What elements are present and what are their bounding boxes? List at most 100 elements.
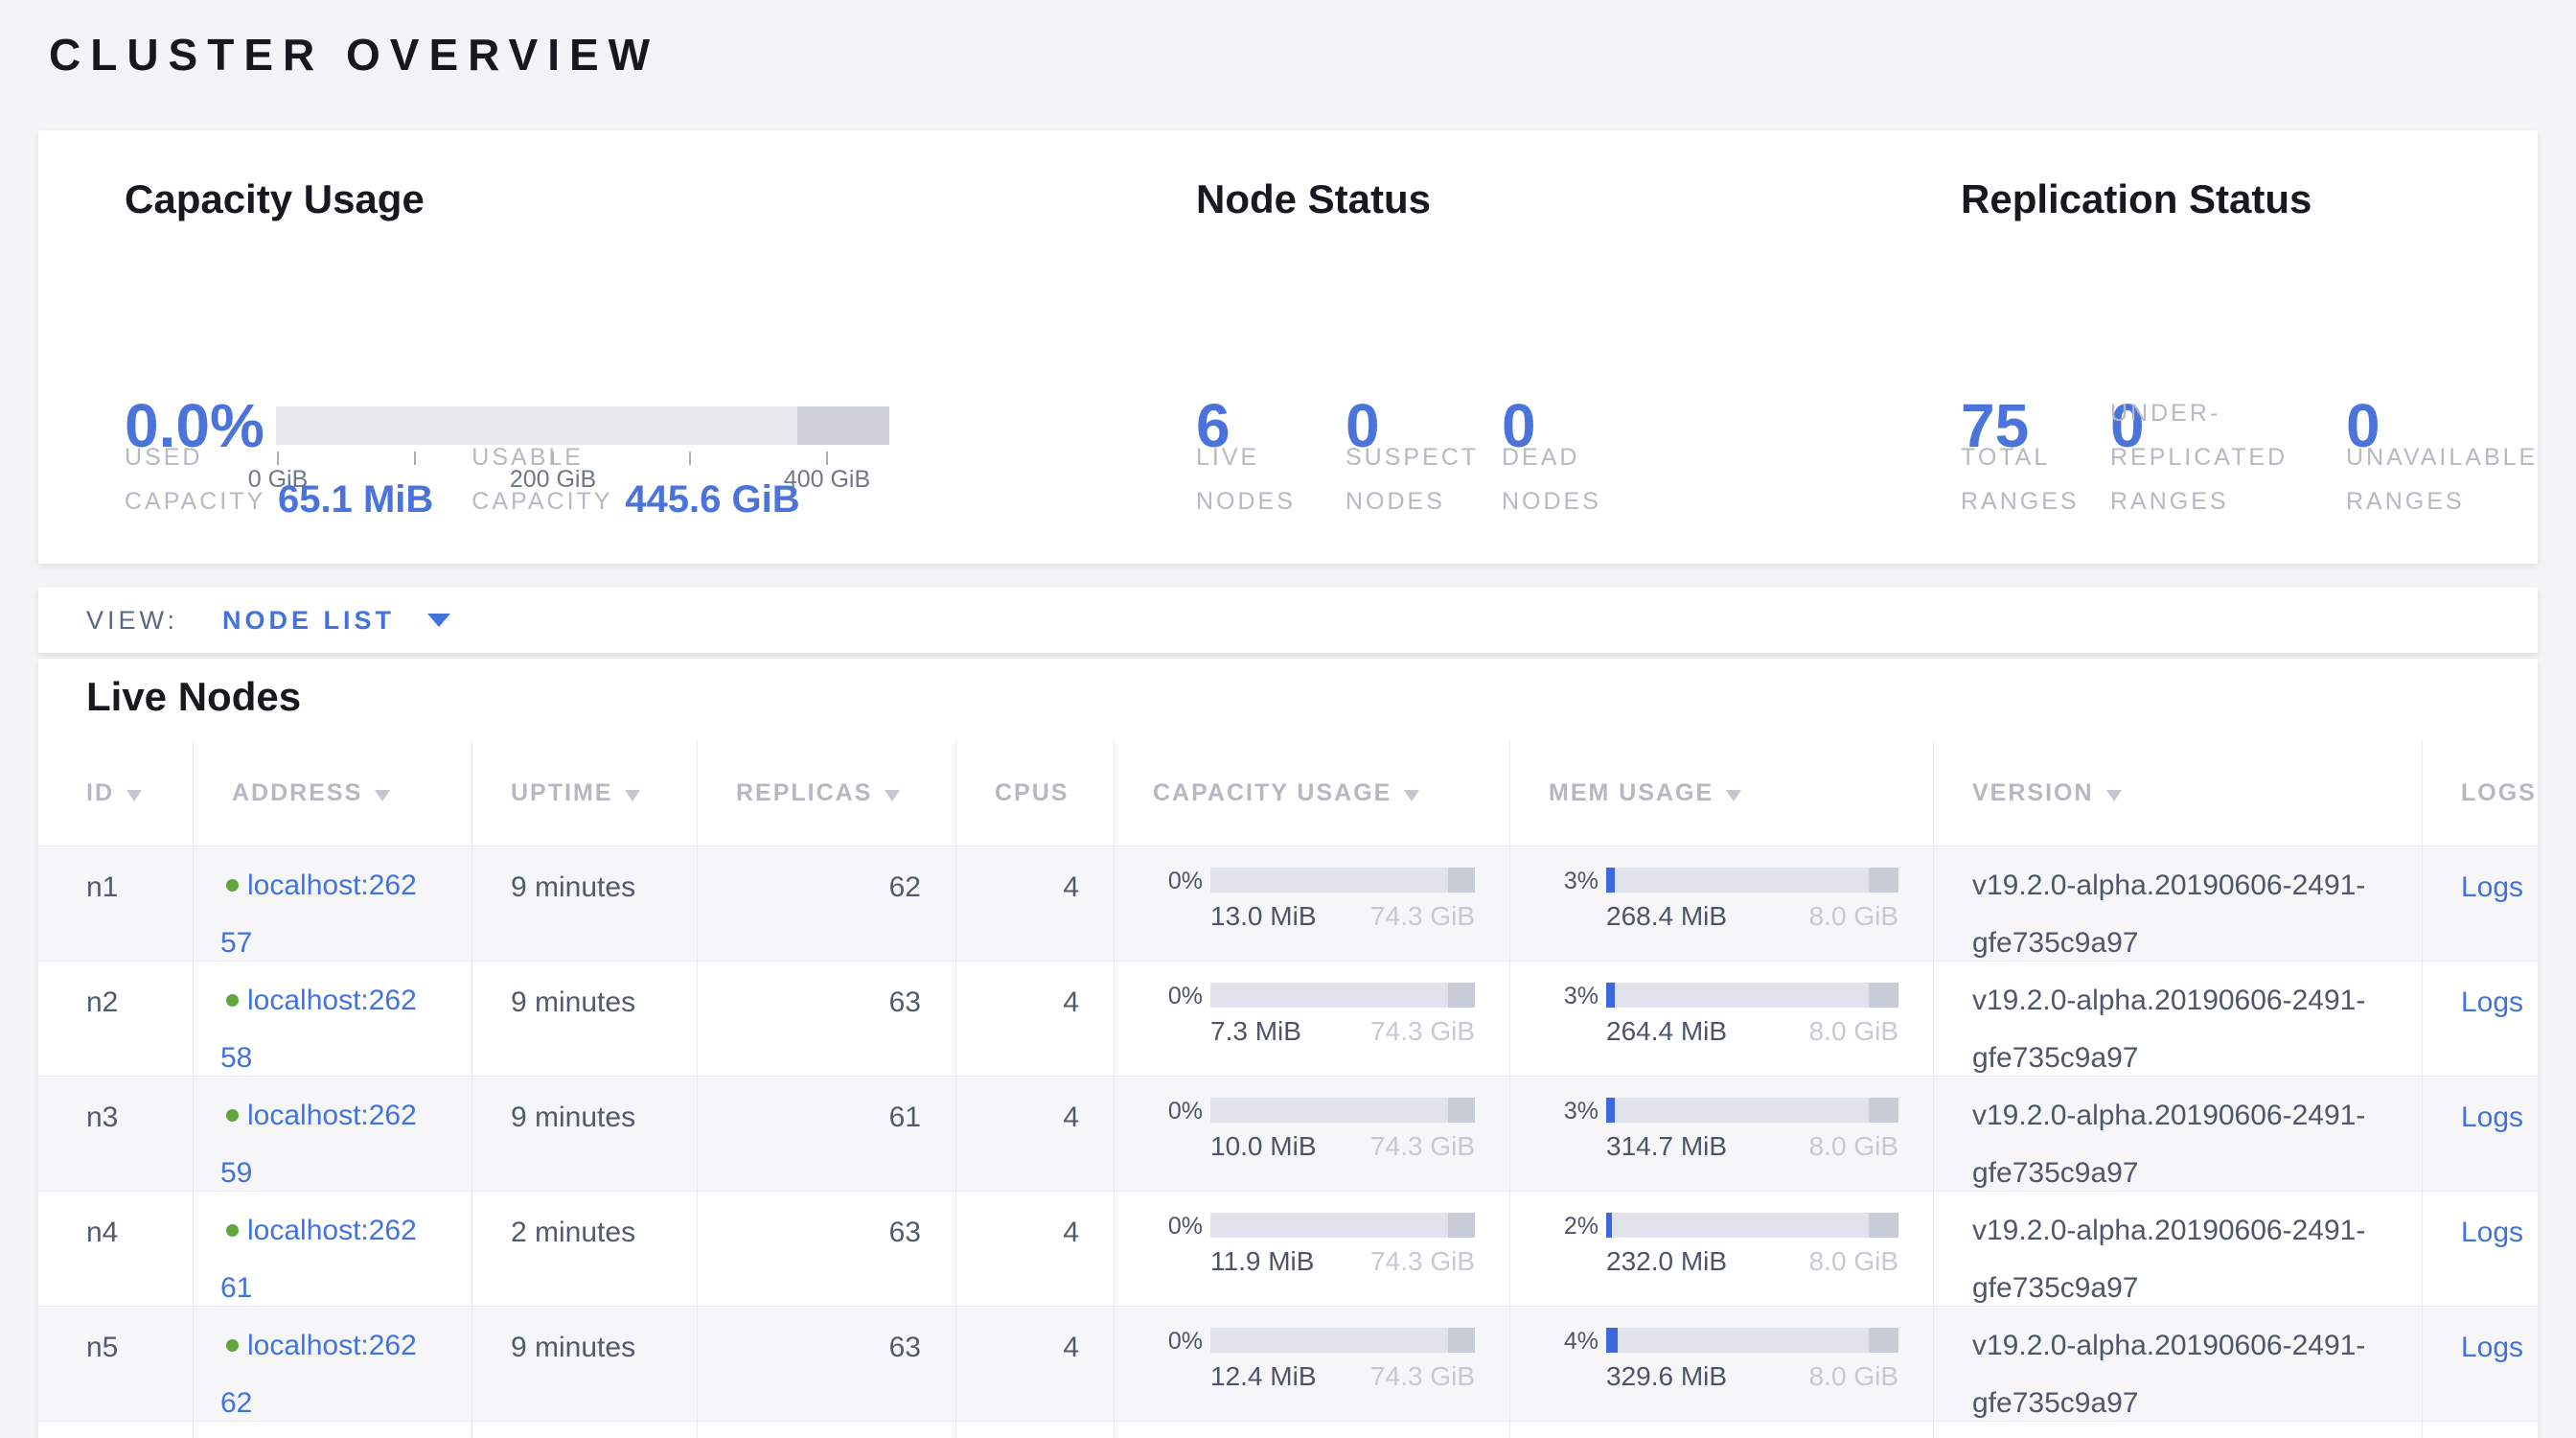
memory-bar-track (1606, 983, 1898, 1008)
node-address-cell: localhost:26258 (193, 962, 472, 1076)
capacity-metrics-row: USED CAPACITY65.1 MiBUSABLE CAPACITY445.… (125, 435, 1150, 523)
logs-link[interactable]: Logs (2461, 1332, 2523, 1363)
empty-cell (38, 1422, 193, 1438)
replicas-cell: 62 (697, 847, 955, 961)
live-status-dot-icon (226, 879, 239, 892)
capacity-percent-label: 0% (1153, 1213, 1210, 1306)
replication-status-section: Replication Status 7500 TOTAL RANGESUNDE… (1922, 130, 2490, 564)
memory-usage-cell: 4%329.6 MiB8.0 GiB (1509, 1307, 1933, 1421)
memory-percent-label: 3% (1549, 983, 1606, 1076)
capacity-used-value: 12.4 MiB (1210, 1361, 1317, 1392)
capacity-usage-cell: 0%11.9 MiB74.3 GiB (1114, 1192, 1509, 1306)
uptime-cell: 2 minutes (472, 1192, 697, 1306)
chevron-down-icon (427, 614, 450, 627)
logs-cell: Logs (2422, 1192, 2538, 1306)
logs-cell: Logs (2422, 1307, 2538, 1421)
logs-link[interactable]: Logs (2461, 871, 2523, 903)
column-header-address[interactable]: ADDRESS (193, 740, 472, 846)
stat-label: LIVE NODES (1196, 435, 1346, 523)
column-header-replicas[interactable]: REPLICAS (697, 740, 955, 846)
capacity-bar-track (1210, 1213, 1475, 1238)
memory-usage-cell: 3%264.4 MiB8.0 GiB (1509, 962, 1933, 1076)
node-address-link[interactable]: localhost:26262 (220, 1330, 417, 1419)
replication-status-title: Replication Status (1961, 176, 2312, 222)
memory-bar-fill (1606, 868, 1615, 893)
stat-label: TOTAL RANGES (1961, 435, 2110, 523)
column-header-mem-usage[interactable]: MEM USAGE (1509, 740, 1933, 846)
sort-arrow-icon (2106, 790, 2122, 801)
node-id-cell: n1 (38, 847, 193, 961)
live-status-dot-icon (226, 1339, 239, 1352)
memory-used-value: 329.6 MiB (1606, 1361, 1727, 1392)
memory-bar-track (1606, 868, 1898, 893)
memory-bar: 329.6 MiB8.0 GiB (1606, 1328, 1898, 1421)
node-address-link[interactable]: localhost:26258 (220, 985, 417, 1074)
capacity-usage-section: Capacity Usage 0.0% 0 GiB200 GiB400 GiB … (86, 130, 1150, 564)
memory-usage-cell: 3%268.4 MiB8.0 GiB (1509, 847, 1933, 961)
node-address: localhost:26257 (220, 857, 422, 961)
capacity-total-value: 74.3 GiB (1370, 1016, 1475, 1047)
memory-bar-track (1606, 1328, 1898, 1353)
column-header-capacity-usage[interactable]: CAPACITY USAGE (1114, 740, 1509, 846)
logs-link[interactable]: Logs (2461, 1102, 2523, 1133)
capacity-bar-values: 7.3 MiB74.3 GiB (1210, 1016, 1475, 1047)
memory-bar-endcap (1869, 983, 1898, 1008)
capacity-bar-values: 11.9 MiB74.3 GiB (1210, 1246, 1475, 1277)
memory-usage-cell: 2%232.0 MiB8.0 GiB (1509, 1192, 1933, 1306)
view-selector-bar: VIEW: NODE LIST (38, 588, 2538, 653)
view-select-dropdown[interactable]: NODE LIST (222, 606, 450, 636)
empty-cell (697, 1422, 955, 1438)
view-selected-value: NODE LIST (222, 606, 395, 636)
live-status-dot-icon (226, 994, 239, 1007)
capacity-total-value: 74.3 GiB (1370, 1246, 1475, 1277)
uptime-cell: 9 minutes (472, 1307, 697, 1421)
column-header-version[interactable]: VERSION (1933, 740, 2422, 846)
capacity-usage-cell: 0%12.4 MiB74.3 GiB (1114, 1307, 1509, 1421)
table-row: n2localhost:262589 minutes6340%7.3 MiB74… (38, 961, 2538, 1076)
capacity-usage-cell: 0%13.0 MiB74.3 GiB (1114, 847, 1509, 961)
node-address-link[interactable]: localhost:26261 (220, 1215, 417, 1304)
sort-arrow-icon (126, 790, 142, 801)
logs-cell: Logs (2422, 962, 2538, 1076)
memory-percent-label: 2% (1549, 1213, 1606, 1306)
capacity-bar: 7.3 MiB74.3 GiB (1210, 983, 1475, 1076)
cluster-summary-card: Capacity Usage 0.0% 0 GiB200 GiB400 GiB … (38, 130, 2538, 564)
stat-label: SUSPECT NODES (1346, 435, 1502, 523)
column-header-logs: LOGS (2422, 740, 2538, 846)
column-header-label: MEM USAGE (1549, 779, 1714, 807)
table-row: n4localhost:262612 minutes6340%11.9 MiB7… (38, 1191, 2538, 1306)
empty-cell (1114, 1422, 1509, 1438)
memory-used-value: 314.7 MiB (1606, 1131, 1727, 1162)
capacity-used-value: 13.0 MiB (1210, 901, 1317, 932)
cpus-cell: 4 (955, 962, 1114, 1076)
node-id-cell: n3 (38, 1077, 193, 1191)
stat-label: UNAVAILABLE RANGES (2346, 435, 2557, 523)
column-header-label: REPLICAS (736, 779, 872, 807)
node-address-link[interactable]: localhost:26257 (220, 870, 417, 959)
capacity-bar: 11.9 MiB74.3 GiB (1210, 1213, 1475, 1306)
node-address-link[interactable]: localhost:26259 (220, 1100, 417, 1189)
column-header-id[interactable]: ID (38, 740, 193, 846)
capacity-bar-track (1210, 983, 1475, 1008)
stat-label: UNDER-REPLICATED RANGES (2110, 391, 2346, 523)
table-row: n1localhost:262579 minutes6240%13.0 MiB7… (38, 846, 2538, 961)
replicas-cell: 63 (697, 1307, 955, 1421)
table-row: n5localhost:262629 minutes6340%12.4 MiB7… (38, 1306, 2538, 1421)
column-header-uptime[interactable]: UPTIME (472, 740, 697, 846)
node-id-cell: n2 (38, 962, 193, 1076)
capacity-bar-track (1210, 1098, 1475, 1123)
capacity-bar-endcap (1448, 983, 1475, 1008)
memory-total-value: 8.0 GiB (1809, 1016, 1898, 1047)
capacity-metric-label: USABLE CAPACITY (472, 435, 625, 523)
column-header-label: CAPACITY USAGE (1153, 779, 1392, 807)
table-row-partial (38, 1421, 2538, 1438)
version-cell: v19.2.0-alpha.20190606-2491-gfe735c9a97 (1933, 1192, 2422, 1306)
capacity-bar: 13.0 MiB74.3 GiB (1210, 868, 1475, 961)
memory-bar: 264.4 MiB8.0 GiB (1606, 983, 1898, 1076)
column-header-label: ADDRESS (232, 779, 362, 807)
logs-cell: Logs (2422, 1077, 2538, 1191)
logs-link[interactable]: Logs (2461, 1217, 2523, 1248)
node-status-title: Node Status (1196, 176, 1431, 222)
logs-link[interactable]: Logs (2461, 986, 2523, 1018)
memory-bar-endcap (1869, 1098, 1898, 1123)
